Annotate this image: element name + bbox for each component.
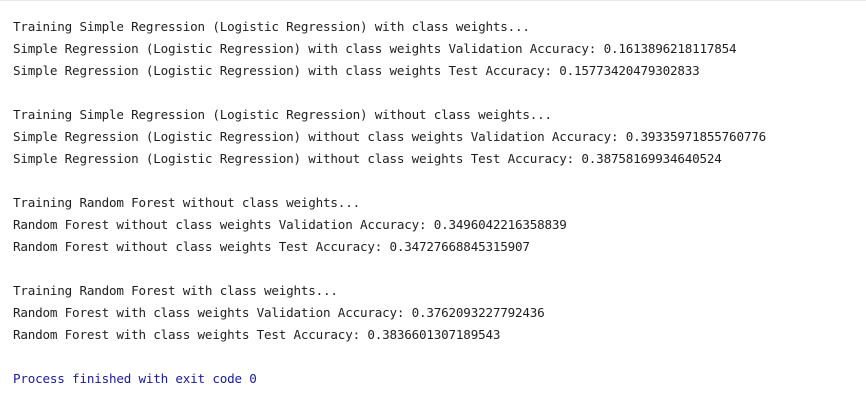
console-line: Training Simple Regression (Logistic Reg… [13,19,530,34]
console-output[interactable]: Training Simple Regression (Logistic Reg… [13,16,866,390]
console-line: Random Forest without class weights Vali… [13,217,567,232]
console-line: Training Simple Regression (Logistic Reg… [13,107,552,122]
console-line: Simple Regression (Logistic Regression) … [13,151,722,166]
console-line: Random Forest with class weights Validat… [13,305,545,320]
console-line: Simple Regression (Logistic Regression) … [13,129,766,144]
console-line: Random Forest without class weights Test… [13,239,530,254]
console-line: Simple Regression (Logistic Regression) … [13,41,737,56]
run-console-window: Training Simple Regression (Logistic Reg… [0,0,866,418]
process-exit-message: Process finished with exit code 0 [13,371,257,386]
console-line: Training Random Forest with class weight… [13,283,338,298]
console-line: Training Random Forest without class wei… [13,195,360,210]
console-line: Random Forest with class weights Test Ac… [13,327,501,342]
console-line: Simple Regression (Logistic Regression) … [13,63,700,78]
